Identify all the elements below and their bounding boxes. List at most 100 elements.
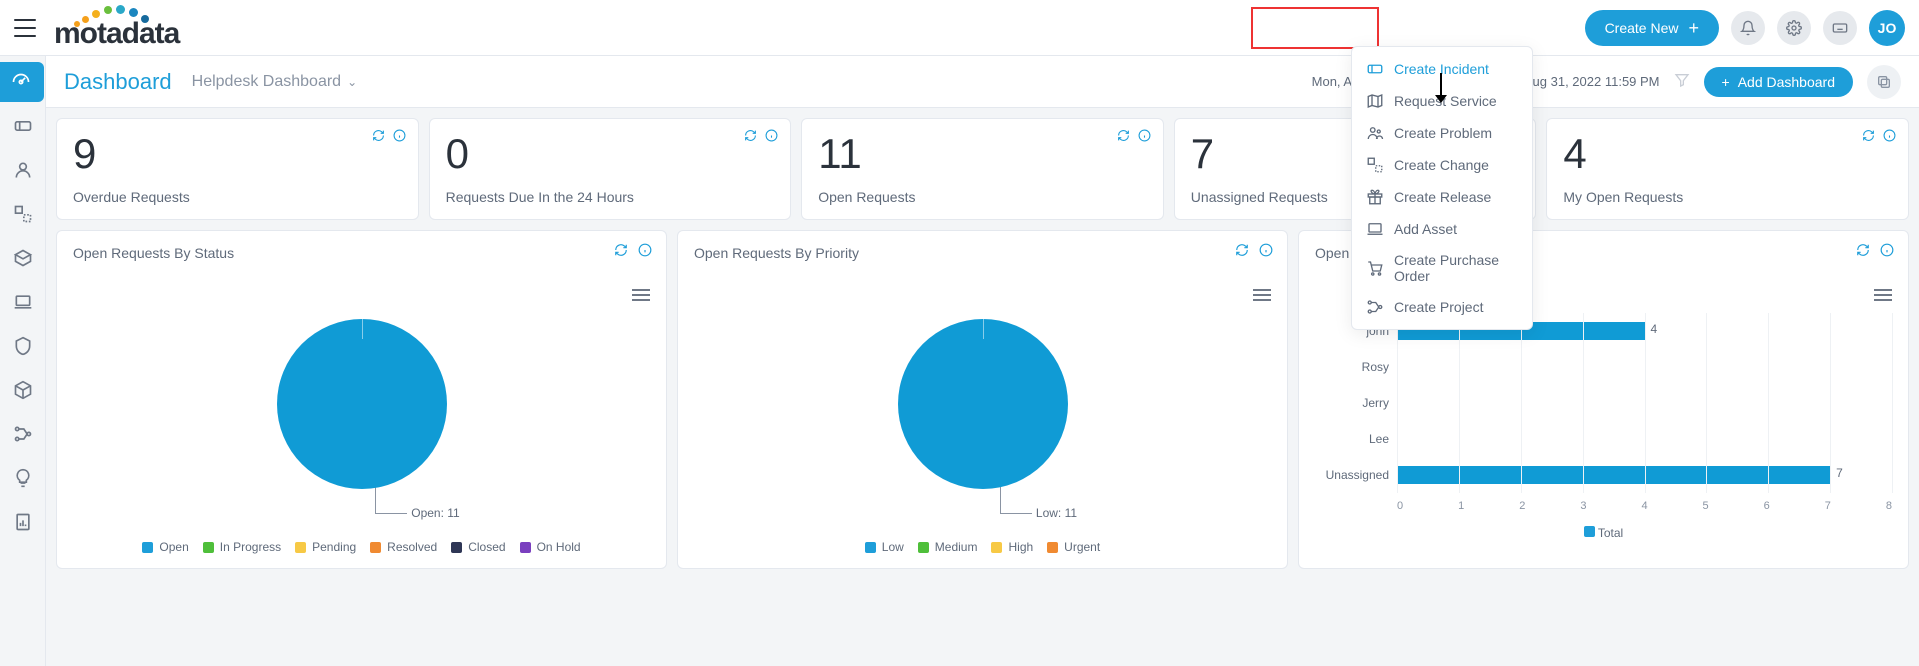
legend-item[interactable]: Open bbox=[142, 540, 188, 554]
legend-item-label: On Hold bbox=[537, 540, 581, 554]
sidebar-item-security[interactable] bbox=[2, 326, 44, 366]
refresh-button[interactable] bbox=[1117, 129, 1130, 145]
info-button[interactable] bbox=[1259, 243, 1273, 260]
kpi-value: 9 bbox=[73, 133, 402, 175]
keyboard-icon bbox=[1832, 20, 1848, 36]
legend-item-label: In Progress bbox=[220, 540, 281, 554]
refresh-button[interactable] bbox=[614, 243, 628, 260]
kpi-label: Open Requests bbox=[818, 189, 1147, 205]
settings-button[interactable] bbox=[1777, 11, 1811, 45]
sidebar-item-reports[interactable] bbox=[2, 502, 44, 542]
legend-item[interactable]: Medium bbox=[918, 540, 978, 554]
kpi-label: My Open Requests bbox=[1563, 189, 1892, 205]
create-dropdown: Create IncidentRequest ServiceCreate Pro… bbox=[1351, 46, 1533, 330]
legend-item[interactable]: Low bbox=[865, 540, 904, 554]
bar-row-label: Jerry bbox=[1315, 396, 1397, 410]
legend-item[interactable]: On Hold bbox=[520, 540, 581, 554]
refresh-button[interactable] bbox=[1862, 129, 1875, 145]
topbar: motadata Create New + JO Create Incident… bbox=[0, 0, 1919, 56]
kpi-card[interactable]: 9Overdue Requests bbox=[56, 118, 419, 220]
dropdown-item-label: Add Asset bbox=[1394, 221, 1457, 237]
sidebar-item-assets[interactable] bbox=[2, 282, 44, 322]
legend-item[interactable]: Closed bbox=[451, 540, 505, 554]
info-icon bbox=[393, 129, 406, 142]
panel-priority: Open Requests By Priority Low: 11 Low Med… bbox=[677, 230, 1288, 569]
legend-item[interactable]: High bbox=[991, 540, 1033, 554]
panel-menu-button[interactable] bbox=[1253, 289, 1271, 301]
dropdown-item[interactable]: Create Release bbox=[1352, 181, 1532, 213]
bar-row: Lee bbox=[1315, 421, 1892, 457]
sidebar-item-cmdb[interactable] bbox=[2, 370, 44, 410]
kpi-card[interactable]: 4My Open Requests bbox=[1546, 118, 1909, 220]
info-button[interactable] bbox=[1883, 129, 1896, 145]
dropdown-item[interactable]: Create Problem bbox=[1352, 117, 1532, 149]
nodes-icon bbox=[13, 424, 33, 444]
legend-item[interactable]: Pending bbox=[295, 540, 356, 554]
kpi-value: 0 bbox=[446, 133, 775, 175]
legend-item[interactable]: Urgent bbox=[1047, 540, 1100, 554]
legend-item-label: Urgent bbox=[1064, 540, 1100, 554]
refresh-icon bbox=[1235, 243, 1249, 257]
sidebar bbox=[0, 56, 46, 666]
info-button[interactable] bbox=[393, 129, 406, 145]
sidebar-item-workflow[interactable] bbox=[2, 414, 44, 454]
page-header: Dashboard Helpdesk Dashboard ⌄ Mon, Aug … bbox=[46, 56, 1919, 108]
duplicate-button[interactable] bbox=[1867, 65, 1901, 99]
info-button[interactable] bbox=[1880, 243, 1894, 260]
kpi-label: Requests Due In the 24 Hours bbox=[446, 189, 775, 205]
dropdown-item[interactable]: Create Purchase Order bbox=[1352, 245, 1532, 291]
sidebar-item-users[interactable] bbox=[2, 150, 44, 190]
refresh-icon bbox=[1856, 243, 1870, 257]
sidebar-item-dashboard[interactable] bbox=[0, 62, 44, 102]
dropdown-item[interactable]: Create Project bbox=[1352, 291, 1532, 323]
kpi-card[interactable]: 11 Open Requests bbox=[801, 118, 1164, 220]
panel-menu-button[interactable] bbox=[632, 289, 650, 301]
notifications-button[interactable] bbox=[1731, 11, 1765, 45]
dropdown-item[interactable]: Add Asset bbox=[1352, 213, 1532, 245]
sidebar-item-tickets[interactable] bbox=[2, 106, 44, 146]
panel-title: Open Requests By Status bbox=[73, 245, 650, 261]
kpi-value: 11 bbox=[818, 133, 1147, 175]
legend-item[interactable]: Resolved bbox=[370, 540, 437, 554]
sidebar-item-change[interactable] bbox=[2, 194, 44, 234]
menu-toggle[interactable] bbox=[14, 19, 36, 37]
legend-item[interactable]: In Progress bbox=[203, 540, 281, 554]
slice-label: Low: 11 bbox=[1036, 506, 1077, 520]
info-button[interactable] bbox=[638, 243, 652, 260]
dropdown-item-label: Create Purchase Order bbox=[1394, 252, 1518, 284]
user-avatar[interactable]: JO bbox=[1869, 10, 1905, 46]
sidebar-item-knowledge[interactable] bbox=[2, 458, 44, 498]
refresh-button[interactable] bbox=[372, 129, 385, 145]
ticket-icon bbox=[1366, 60, 1384, 78]
kpi-card[interactable]: 0 Requests Due In the 24 Hours bbox=[429, 118, 792, 220]
info-button[interactable] bbox=[1138, 129, 1151, 145]
refresh-icon bbox=[372, 129, 385, 142]
highlight-create bbox=[1251, 7, 1379, 49]
axis-tick: 2 bbox=[1519, 500, 1525, 512]
brand-logo: motadata bbox=[54, 5, 179, 51]
plus-icon: + bbox=[1722, 74, 1730, 90]
add-dashboard-button[interactable]: + Add Dashboard bbox=[1704, 67, 1853, 97]
filter-button[interactable] bbox=[1674, 72, 1690, 91]
legend-priority: Low Medium High Urgent bbox=[694, 540, 1271, 554]
panel-menu-button[interactable] bbox=[1874, 289, 1892, 301]
bar-row: Rosy bbox=[1315, 349, 1892, 385]
info-button[interactable] bbox=[765, 129, 778, 145]
refresh-button[interactable] bbox=[744, 129, 757, 145]
bell-icon bbox=[1740, 20, 1756, 36]
main-content: Dashboard Helpdesk Dashboard ⌄ Mon, Aug … bbox=[46, 56, 1919, 666]
keyboard-button[interactable] bbox=[1823, 11, 1857, 45]
bar-row-label: Unassigned bbox=[1315, 468, 1397, 482]
legend-status: Open In Progress Pending Resolved Closed On H… bbox=[73, 540, 650, 554]
refresh-button[interactable] bbox=[1235, 243, 1249, 260]
refresh-icon bbox=[614, 243, 628, 257]
create-new-button[interactable]: Create New + bbox=[1585, 10, 1719, 46]
panel-title: Open Requests By Priority bbox=[694, 245, 1271, 261]
sidebar-item-release[interactable] bbox=[2, 238, 44, 278]
legend-item-label: Pending bbox=[312, 540, 356, 554]
refresh-button[interactable] bbox=[1856, 243, 1870, 260]
dropdown-item[interactable]: Create Change bbox=[1352, 149, 1532, 181]
laptop-icon bbox=[13, 292, 33, 312]
change-icon bbox=[13, 204, 33, 224]
dashboard-selector[interactable]: Helpdesk Dashboard ⌄ bbox=[192, 73, 357, 91]
